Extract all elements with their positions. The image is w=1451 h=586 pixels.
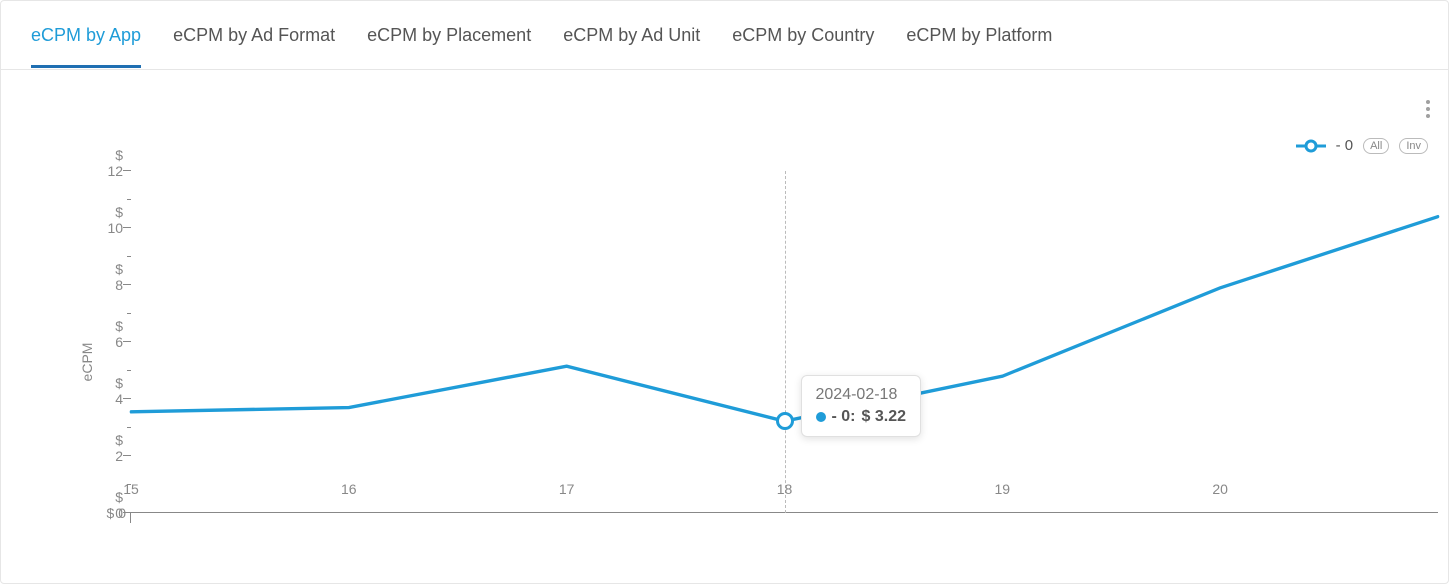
y-axis-tick xyxy=(127,313,131,314)
y-axis-tick xyxy=(123,341,131,342)
x-tick-16: 16 xyxy=(341,481,357,497)
report-panel: eCPM by App eCPM by Ad Format eCPM by Pl… xyxy=(0,0,1449,584)
y-tick-2: $ 2 xyxy=(115,432,123,464)
legend-series-marker-icon xyxy=(1296,139,1326,153)
y-axis-tick xyxy=(123,512,131,513)
tab-ecpm-by-platform[interactable]: eCPM by Platform xyxy=(906,25,1052,46)
plot-region[interactable]: $ 0 $ 2 $ 4 $ 6 $ 8 $ 10 $ 12 /* drawn v… xyxy=(131,171,1438,513)
tab-ecpm-by-ad-unit[interactable]: eCPM by Ad Unit xyxy=(563,25,700,46)
x-tick-19: 19 xyxy=(995,481,1011,497)
tab-ecpm-by-country[interactable]: eCPM by Country xyxy=(732,25,874,46)
x-tick-17: 17 xyxy=(559,481,575,497)
x-tick-20: 20 xyxy=(1212,481,1228,497)
tab-ecpm-by-ad-format[interactable]: eCPM by Ad Format xyxy=(173,25,335,46)
hover-point-marker xyxy=(776,412,794,430)
legend-series-label[interactable]: - 0 xyxy=(1336,137,1354,154)
y-axis-tick xyxy=(127,256,131,257)
y-axis-tick xyxy=(123,455,131,456)
y-axis-tick xyxy=(130,513,131,523)
line-series xyxy=(131,171,1438,513)
chart-area: eCPM $ 0 $ 0 $ 2 $ 4 $ 6 $ 8 $ 10 $ 12 /… xyxy=(51,171,1438,553)
y-tick-4: $ 4 xyxy=(115,375,123,407)
tab-ecpm-by-placement[interactable]: eCPM by Placement xyxy=(367,25,531,46)
y-tick-8: $ 8 xyxy=(115,261,123,293)
y-tick-10: $ 10 xyxy=(107,204,123,236)
y-axis-tick xyxy=(123,398,131,399)
x-tick-15: 15 xyxy=(123,481,139,497)
y-tick-0: $ 0 xyxy=(115,489,123,521)
legend-inv-button[interactable]: Inv xyxy=(1399,138,1428,154)
tab-ecpm-by-app[interactable]: eCPM by App xyxy=(31,25,141,46)
y-axis-tick xyxy=(127,370,131,371)
y-tick-12: $ 12 xyxy=(107,147,123,179)
legend-all-button[interactable]: All xyxy=(1363,138,1389,154)
chart-legend: - 0 All Inv xyxy=(1296,137,1428,154)
y-axis-tick xyxy=(127,427,131,428)
y-axis-tick xyxy=(123,227,131,228)
chart-menu-icon[interactable] xyxy=(1426,97,1430,121)
x-tick-18: 18 xyxy=(777,481,793,497)
y-axis-tick xyxy=(123,284,131,285)
tab-bar: eCPM by App eCPM by Ad Format eCPM by Pl… xyxy=(1,1,1448,70)
y-axis-tick xyxy=(127,199,131,200)
y-axis-label: eCPM xyxy=(79,343,95,382)
y-axis-tick xyxy=(127,484,131,485)
y-axis-tick xyxy=(123,170,131,171)
y-tick-6: $ 6 xyxy=(115,318,123,350)
